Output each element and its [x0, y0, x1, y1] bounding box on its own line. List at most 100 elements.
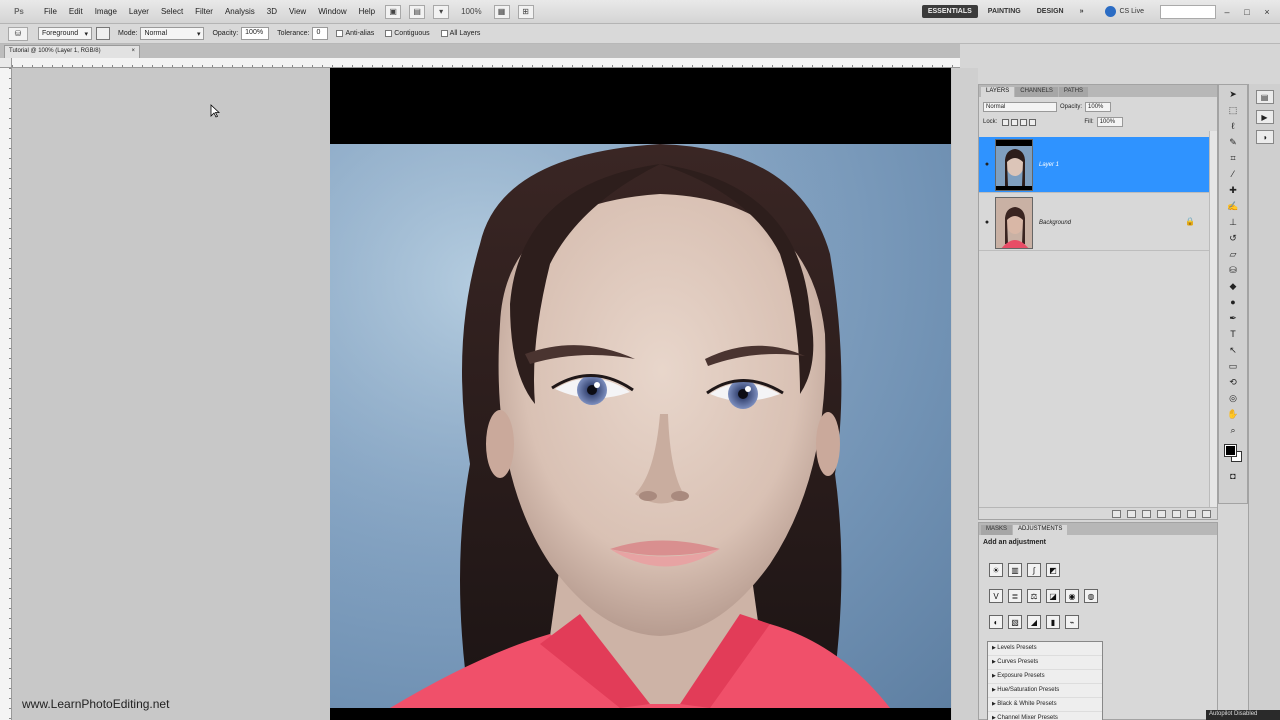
new-group-icon[interactable]	[1172, 509, 1181, 518]
preset-item-exposure[interactable]: Exposure Presets	[988, 670, 1102, 684]
clone-stamp-tool-icon[interactable]: ⊥	[1223, 215, 1243, 229]
preset-item-channel-mixer[interactable]: Channel Mixer Presets	[988, 712, 1102, 720]
gradient-map-icon[interactable]: ▮	[1046, 615, 1060, 629]
mode-select[interactable]: Normal ▾	[140, 27, 205, 40]
menu-image[interactable]: Image	[89, 7, 123, 16]
actions-panel-icon[interactable]: ▶	[1255, 110, 1274, 124]
workspace-design[interactable]: DESIGN	[1031, 5, 1070, 18]
menu-file[interactable]: File	[38, 7, 63, 16]
pen-tool-icon[interactable]: ✒	[1223, 311, 1243, 325]
document-tab-close-icon[interactable]: ×	[131, 48, 135, 56]
zoom-level[interactable]: 100%	[453, 7, 489, 16]
lock-transparent-icon[interactable]	[1002, 118, 1010, 126]
black-white-icon[interactable]: ◪	[1046, 589, 1060, 603]
fill-source-select[interactable]: Foreground ▾	[38, 27, 92, 40]
visibility-eye-icon[interactable]: ●	[979, 195, 995, 251]
blend-mode-select[interactable]: Normal	[983, 102, 1057, 112]
threshold-icon[interactable]: ◢	[1027, 615, 1041, 629]
path-selection-tool-icon[interactable]: ↖	[1223, 343, 1243, 357]
menu-view[interactable]: View	[283, 7, 312, 16]
tolerance-input[interactable]: 0	[312, 27, 329, 40]
opacity-input[interactable]: 100%	[241, 27, 270, 40]
vibrance-icon[interactable]: V	[989, 589, 1003, 603]
cslive-button[interactable]: CS Live	[1105, 6, 1144, 17]
layer-name[interactable]: Layer 1	[1039, 162, 1059, 168]
adjustment-presets-list[interactable]: Levels Presets Curves Presets Exposure P…	[987, 641, 1103, 720]
brush-tool-icon[interactable]: ✍	[1223, 199, 1243, 213]
minimize-icon[interactable]: –	[1218, 5, 1236, 19]
hue-saturation-icon[interactable]: ≣	[1008, 589, 1022, 603]
tab-masks[interactable]: MASKS	[981, 525, 1013, 535]
3d-rotate-tool-icon[interactable]: ⟲	[1223, 375, 1243, 389]
menu-window[interactable]: Window	[312, 7, 352, 16]
layer-opacity-input[interactable]: 100%	[1085, 102, 1112, 112]
eraser-tool-icon[interactable]: ▱	[1223, 247, 1243, 261]
antialias-checkbox[interactable]	[336, 30, 344, 37]
layer-name[interactable]: Background	[1039, 220, 1071, 226]
horizontal-ruler[interactable]	[12, 58, 960, 68]
new-layer-icon[interactable]	[1187, 509, 1196, 518]
levels-icon[interactable]: ▥	[1008, 563, 1022, 577]
preset-item-levels[interactable]: Levels Presets	[988, 642, 1102, 656]
quick-mask-icon[interactable]: ◘	[1223, 469, 1243, 483]
tab-adjustments[interactable]: ADJUSTMENTS	[1013, 525, 1068, 535]
link-layers-icon[interactable]	[1112, 509, 1121, 518]
history-brush-tool-icon[interactable]: ↺	[1223, 231, 1243, 245]
healing-brush-tool-icon[interactable]: ✚	[1223, 183, 1243, 197]
preset-item-black-white[interactable]: Black & White Presets	[988, 698, 1102, 712]
new-adjustment-icon[interactable]	[1157, 509, 1166, 518]
add-mask-icon[interactable]	[1142, 509, 1151, 518]
lock-all-icon[interactable]	[1029, 118, 1037, 126]
eyedropper-tool-icon[interactable]: ⁄	[1223, 167, 1243, 181]
workspace-more-chevron-icon[interactable]: »	[1074, 5, 1090, 18]
tab-layers[interactable]: LAYERS	[981, 87, 1015, 97]
type-tool-icon[interactable]: T	[1223, 327, 1243, 341]
paint-bucket-tool-icon[interactable]: ⛁	[8, 26, 28, 41]
invert-icon[interactable]: ◐	[989, 615, 1003, 629]
alllayers-checkbox[interactable]	[440, 30, 448, 37]
minibridge-icon[interactable]: ▤	[409, 4, 426, 19]
document-tab[interactable]: Tutorial @ 100% (Layer 1, RGB/8) ×	[4, 45, 140, 58]
preset-item-hue-saturation[interactable]: Hue/Saturation Presets	[988, 684, 1102, 698]
color-swatches[interactable]	[1223, 443, 1243, 463]
delete-layer-icon[interactable]	[1202, 509, 1211, 518]
lock-position-icon[interactable]	[1020, 118, 1028, 126]
menu-help[interactable]: Help	[353, 7, 381, 16]
portrait-photo[interactable]	[330, 144, 951, 708]
arrange-documents-icon[interactable]: ▦	[493, 4, 510, 19]
vertical-ruler[interactable]	[0, 68, 12, 720]
foreground-color-swatch[interactable]	[1224, 444, 1237, 457]
move-tool-icon[interactable]: ➤	[1223, 87, 1243, 101]
layer-style-icon[interactable]	[1127, 509, 1136, 518]
menu-filter[interactable]: Filter	[189, 7, 219, 16]
quick-select-tool-icon[interactable]: ✎	[1223, 135, 1243, 149]
close-icon[interactable]: ×	[1258, 5, 1276, 19]
lasso-tool-icon[interactable]: ℓ	[1223, 119, 1243, 133]
color-panel-icon[interactable]: ◑	[1255, 130, 1274, 144]
dodge-tool-icon[interactable]: ●	[1223, 295, 1243, 309]
blur-tool-icon[interactable]: ◆	[1223, 279, 1243, 293]
layers-scrollbar[interactable]	[1209, 131, 1217, 507]
screen-mode-icon[interactable]: ⊞	[517, 4, 534, 19]
color-balance-icon[interactable]: ⚖	[1027, 589, 1041, 603]
menu-3d[interactable]: 3D	[261, 7, 283, 16]
menu-analysis[interactable]: Analysis	[219, 7, 261, 16]
curves-icon[interactable]: ∫	[1027, 563, 1041, 577]
ruler-origin[interactable]	[0, 58, 12, 68]
menu-layer[interactable]: Layer	[123, 7, 155, 16]
brightness-contrast-icon[interactable]: ☀	[989, 563, 1003, 577]
fill-input[interactable]: 100%	[1096, 117, 1123, 127]
tab-paths[interactable]: PATHS	[1058, 87, 1089, 97]
bridge-icon[interactable]: ▣	[385, 4, 402, 19]
crop-tool-icon[interactable]: ⌗	[1223, 151, 1243, 165]
photo-filter-icon[interactable]: ◉	[1065, 589, 1079, 603]
menu-select[interactable]: Select	[155, 7, 189, 16]
layer-row-layer1[interactable]: ● Layer 1	[979, 137, 1209, 193]
posterize-icon[interactable]: ▧	[1008, 615, 1022, 629]
channel-mixer-icon[interactable]: ◍	[1084, 589, 1098, 603]
maximize-icon[interactable]: □	[1238, 5, 1256, 19]
marquee-tool-icon[interactable]: ⬚	[1223, 103, 1243, 117]
visibility-eye-icon[interactable]: ●	[979, 137, 995, 193]
hand-tool-icon[interactable]: ✋	[1223, 407, 1243, 421]
layer-row-background[interactable]: ● Background 🔒	[979, 195, 1209, 251]
